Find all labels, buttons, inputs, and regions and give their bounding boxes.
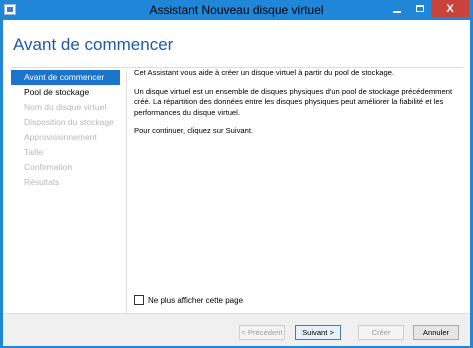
wizard-window: Assistant Nouveau disque virtuel X Avant… [0, 0, 473, 348]
step-nom-du-disque: Nom du disque virtuel [24, 102, 107, 112]
minimize-button[interactable] [385, 0, 409, 17]
cancel-button[interactable]: Annuler [413, 325, 459, 340]
continue-paragraph: Pour continuer, cliquez sur Suivant. [134, 126, 254, 135]
step-taille: Taille [24, 147, 44, 157]
next-button[interactable]: Suivant > [295, 325, 341, 340]
title-bar[interactable]: Assistant Nouveau disque virtuel X [0, 0, 473, 20]
skip-page-label: Ne plus afficher cette page [148, 295, 244, 305]
content-panel: Cet Assistant vous aide à créer un disqu… [134, 68, 456, 145]
close-icon: X [446, 2, 454, 15]
description-paragraph: Un disque virtuel est un ensemble de dis… [134, 86, 453, 117]
step-pool-de-stockage[interactable]: Pool de stockage [11, 85, 120, 100]
step-confirmation: Confirmation [24, 162, 73, 172]
step-disposition: Disposition du stockage [24, 117, 114, 127]
nav-divider [126, 70, 127, 316]
header-area: Avant de commencer [3, 20, 470, 65]
footer-bar: < Précédent Suivant > Créer Annuler [3, 313, 470, 346]
wizard-body: Avant de commencer Avant de commencer Po… [3, 20, 470, 346]
window-controls: X [385, 0, 469, 18]
create-button[interactable]: Créer [358, 325, 404, 340]
intro-paragraph: Cet Assistant vous aide à créer un disqu… [134, 68, 395, 77]
skip-page-option[interactable]: Ne plus afficher cette page [134, 294, 243, 306]
step-resultats: Résultats [24, 177, 60, 187]
step-avant-de-commencer[interactable]: Avant de commencer [11, 70, 120, 85]
maximize-button[interactable] [409, 0, 431, 17]
maximize-icon [416, 5, 424, 12]
skip-page-checkbox[interactable] [134, 295, 144, 305]
previous-button[interactable]: < Précédent [239, 325, 285, 340]
step-approvisionnement: Approvisionnement [24, 132, 97, 142]
wizard-steps-nav: Avant de commencer Pool de stockage Nom … [11, 70, 120, 318]
page-title: Avant de commencer [13, 35, 174, 54]
close-button[interactable]: X [431, 0, 469, 17]
minimize-icon [393, 10, 401, 13]
